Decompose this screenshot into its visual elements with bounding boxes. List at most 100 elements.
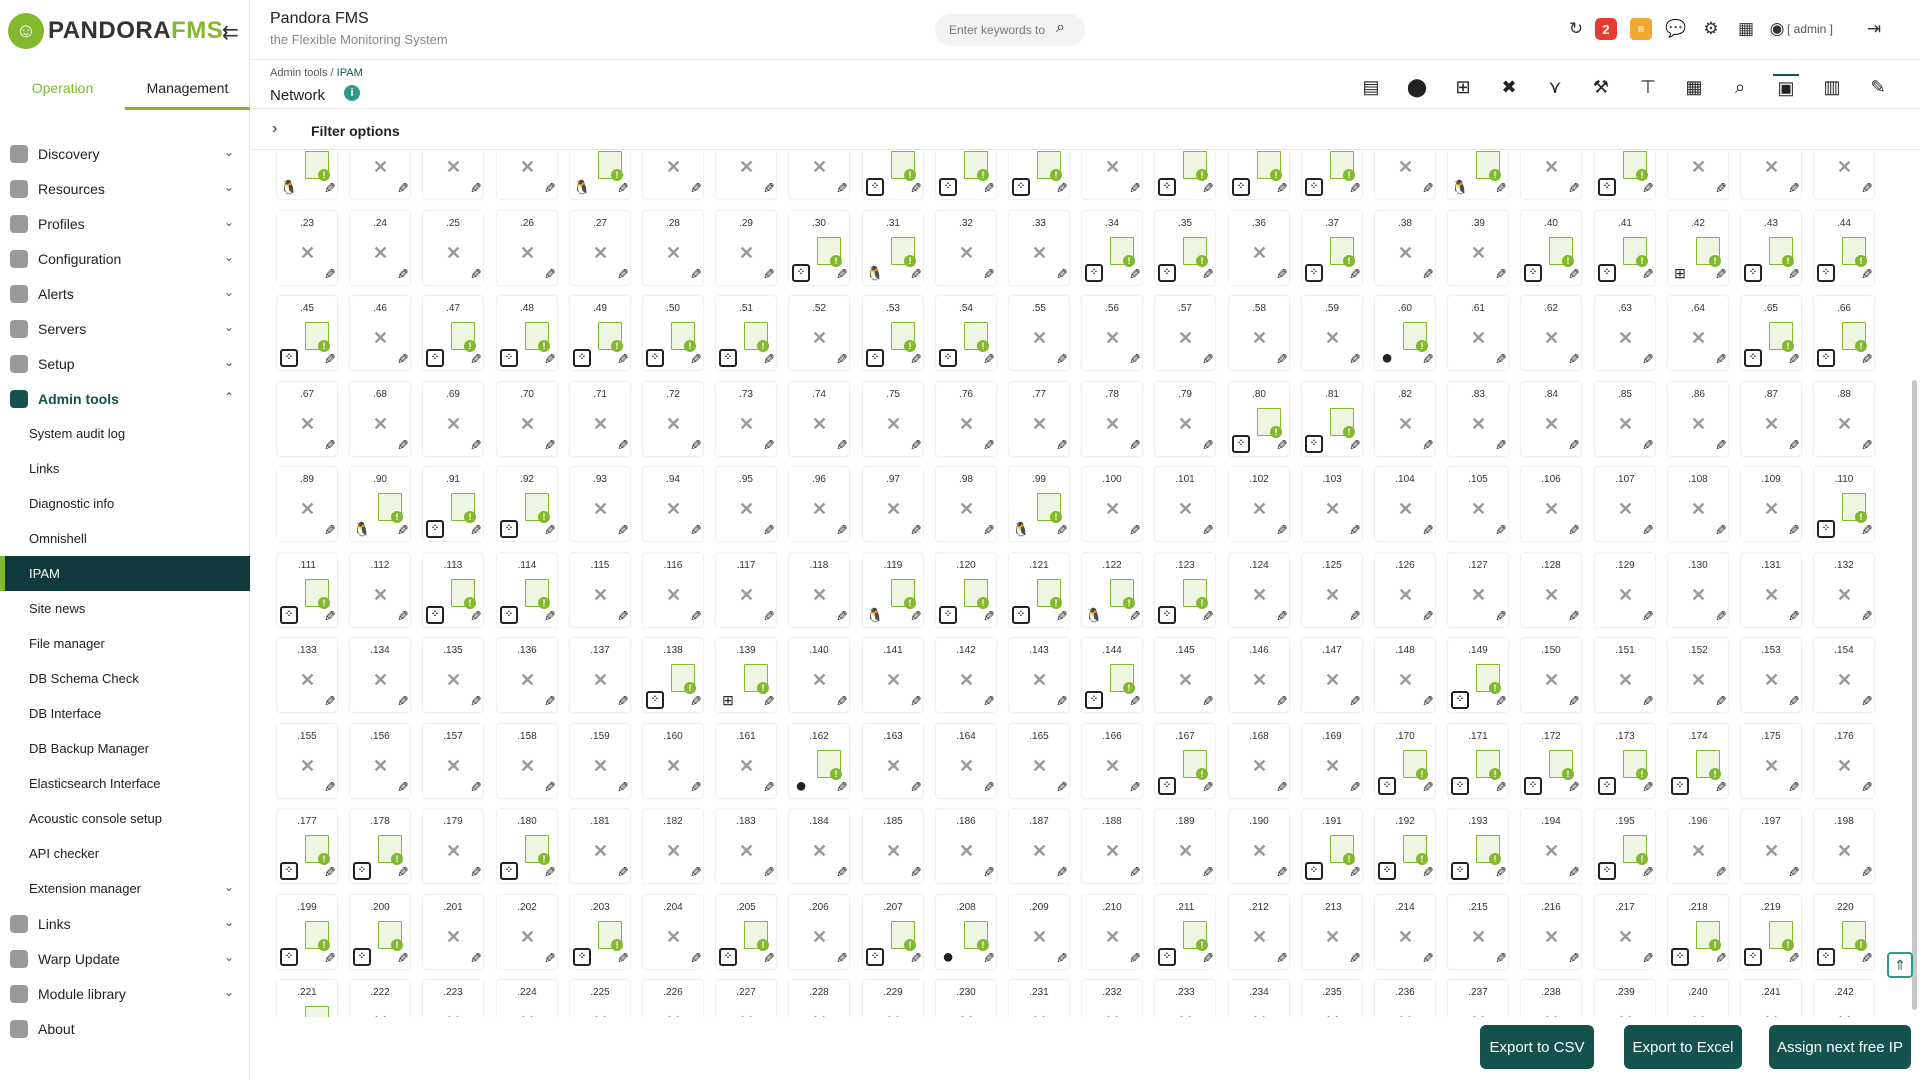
edit-ip-icon[interactable]: ✎ xyxy=(1276,522,1288,539)
edit-ip-icon[interactable]: ✎ xyxy=(763,522,775,539)
ip-cell[interactable]: .167! ⁘ ✎ xyxy=(1155,724,1215,798)
ip-cell[interactable]: .122! 🐧 ✎ xyxy=(1082,553,1142,627)
ip-cell[interactable]: .100 ✕ ✎ xyxy=(1082,467,1142,541)
submenu-item[interactable]: Diagnostic info xyxy=(0,486,250,521)
ip-cell[interactable]: .114! ⁘ ✎ xyxy=(497,553,557,627)
ip-cell[interactable]: .155 ✕ ✎ xyxy=(277,724,337,798)
ip-cell[interactable]: .45! ⁘ ✎ xyxy=(277,296,337,370)
edit-ip-icon[interactable]: ✎ xyxy=(983,351,995,368)
edit-ip-icon[interactable]: ✎ xyxy=(1568,693,1580,710)
calendar-icon[interactable]: ▦ xyxy=(1681,74,1707,100)
ip-cell[interactable]: .226✕✎ xyxy=(643,980,703,1017)
edit-ip-icon[interactable]: ✎ xyxy=(1056,437,1068,454)
edit-ip-icon[interactable]: ✎ xyxy=(983,266,995,283)
chevron-down-icon[interactable]: ⌄ xyxy=(224,915,234,929)
ip-cell[interactable]: .214 ✕ ✎ xyxy=(1375,895,1435,969)
menu-item-admin-tools[interactable]: Admin tools ⌃ xyxy=(0,381,250,416)
ip-cell[interactable]: .78 ✕ ✎ xyxy=(1082,382,1142,456)
edit-ip-icon[interactable]: ✎ xyxy=(1788,180,1800,197)
ip-cell[interactable]: .190 ✕ ✎ xyxy=(1229,809,1289,883)
edit-ip-icon[interactable]: ✎ xyxy=(397,180,409,197)
ip-cell[interactable]: .70 ✕ ✎ xyxy=(497,382,557,456)
ip-cell[interactable]: .180! ⁘ ✎ xyxy=(497,809,557,883)
ip-cell[interactable]: .6✕✎ xyxy=(643,151,703,199)
chevron-down-icon[interactable]: ⌄ xyxy=(224,145,234,159)
edit-ip-icon[interactable]: ✎ xyxy=(324,266,336,283)
ip-cell[interactable]: .223✕✎ xyxy=(423,980,483,1017)
ip-cell[interactable]: .83 ✕ ✎ xyxy=(1448,382,1508,456)
ip-cell[interactable]: .67 ✕ ✎ xyxy=(277,382,337,456)
edit-ip-icon[interactable]: ✎ xyxy=(763,437,775,454)
ip-cell[interactable]: .80! ⁘ ✎ xyxy=(1229,382,1289,456)
edit-ip-icon[interactable]: ✎ xyxy=(324,437,336,454)
menu-item-configuration[interactable]: Configuration ⌄ xyxy=(0,241,250,276)
edit-ip-icon[interactable]: ✎ xyxy=(1568,864,1580,881)
ip-cell[interactable]: .120! ⁘ ✎ xyxy=(936,553,996,627)
edit-ip-icon[interactable]: ✎ xyxy=(1276,351,1288,368)
edit-ip-icon[interactable]: ✎ xyxy=(1568,779,1580,796)
edit-ip-icon[interactable]: ✎ xyxy=(1056,522,1068,539)
ip-cell[interactable]: .231✕✎ xyxy=(1009,980,1069,1017)
edit-ip-icon[interactable]: ✎ xyxy=(763,693,775,710)
ip-cell[interactable]: .84 ✕ ✎ xyxy=(1521,382,1581,456)
edit-ip-icon[interactable]: ✎ xyxy=(324,950,336,967)
edit-ip-icon[interactable]: ✎ xyxy=(910,266,922,283)
ip-cell[interactable]: .1!🐧✎ xyxy=(277,151,337,199)
edit-ip-icon[interactable]: ✎ xyxy=(763,351,775,368)
ip-cell[interactable]: .219! ⁘ ✎ xyxy=(1741,895,1801,969)
edit-ip-icon[interactable]: ✎ xyxy=(470,180,482,197)
ip-cell[interactable]: .81! ⁘ ✎ xyxy=(1302,382,1362,456)
ip-cell[interactable]: .12✕✎ xyxy=(1082,151,1142,199)
ip-cell[interactable]: .24 ✕ ✎ xyxy=(350,211,410,285)
ip-cell[interactable]: .153 ✕ ✎ xyxy=(1741,638,1801,712)
ip-cell[interactable]: .75 ✕ ✎ xyxy=(863,382,923,456)
ip-cell[interactable]: .82 ✕ ✎ xyxy=(1375,382,1435,456)
edit-ip-icon[interactable]: ✎ xyxy=(1129,864,1141,881)
submenu-item[interactable]: IPAM xyxy=(0,556,250,591)
settings-gear-icon[interactable]: ⚙ xyxy=(1700,18,1722,40)
edit-ip-icon[interactable]: ✎ xyxy=(983,864,995,881)
ip-cell[interactable]: .135 ✕ ✎ xyxy=(423,638,483,712)
edit-ip-icon[interactable]: ✎ xyxy=(470,779,482,796)
edit-ip-icon[interactable]: ✎ xyxy=(1861,693,1873,710)
edit-ip-icon[interactable]: ✎ xyxy=(1202,608,1214,625)
edit-ip-icon[interactable]: ✎ xyxy=(690,522,702,539)
edit-ip-icon[interactable]: ✎ xyxy=(1642,950,1654,967)
submenu-item[interactable]: API checker xyxy=(0,836,250,871)
edit-ip-icon[interactable]: ✎ xyxy=(836,693,848,710)
edit-ip-icon[interactable]: ✎ xyxy=(1276,779,1288,796)
ip-cell[interactable]: .61 ✕ ✎ xyxy=(1448,296,1508,370)
ip-cell[interactable]: .216 ✕ ✎ xyxy=(1521,895,1581,969)
ip-cell[interactable]: .196 ✕ ✎ xyxy=(1668,809,1728,883)
edit-ip-icon[interactable]: ✎ xyxy=(1202,779,1214,796)
ip-cell[interactable]: .10!⁘✎ xyxy=(936,151,996,199)
ip-cell[interactable]: .187 ✕ ✎ xyxy=(1009,809,1069,883)
edit-ip-icon[interactable]: ✎ xyxy=(1056,864,1068,881)
ip-cell[interactable]: .85 ✕ ✎ xyxy=(1595,382,1655,456)
ip-cell[interactable]: .132 ✕ ✎ xyxy=(1814,553,1874,627)
ip-cell[interactable]: .97 ✕ ✎ xyxy=(863,467,923,541)
edit-ip-icon[interactable]: ✎ xyxy=(544,779,556,796)
submenu-item[interactable]: File manager xyxy=(0,626,250,661)
edit-ip-icon[interactable]: ✎ xyxy=(1495,608,1507,625)
ip-cell[interactable]: .220! ⁘ ✎ xyxy=(1814,895,1874,969)
ip-cell[interactable]: .68 ✕ ✎ xyxy=(350,382,410,456)
ip-cell[interactable]: .212 ✕ ✎ xyxy=(1229,895,1289,969)
scrollbar-thumb[interactable] xyxy=(1912,380,1917,1010)
edit-ip-icon[interactable]: ✎ xyxy=(910,351,922,368)
edit-ip-icon[interactable]: ✎ xyxy=(1422,864,1434,881)
chevron-down-icon[interactable]: ⌄ xyxy=(224,985,234,999)
edit-ip-icon[interactable]: ✎ xyxy=(1495,180,1507,197)
edit-ip-icon[interactable]: ✎ xyxy=(1715,522,1727,539)
ip-cell[interactable]: .107 ✕ ✎ xyxy=(1595,467,1655,541)
ip-cell[interactable]: .197 ✕ ✎ xyxy=(1741,809,1801,883)
edit-ip-icon[interactable]: ✎ xyxy=(1861,608,1873,625)
ip-cell[interactable]: .87 ✕ ✎ xyxy=(1741,382,1801,456)
edit-ip-icon[interactable]: ✎ xyxy=(1788,864,1800,881)
ip-cell[interactable]: .233✕✎ xyxy=(1155,980,1215,1017)
ip-cell[interactable]: .64 ✕ ✎ xyxy=(1668,296,1728,370)
ip-cell[interactable]: .38 ✕ ✎ xyxy=(1375,211,1435,285)
ip-cell[interactable]: .74 ✕ ✎ xyxy=(789,382,849,456)
ip-cell[interactable]: .93 ✕ ✎ xyxy=(570,467,630,541)
edit-ip-icon[interactable]: ✎ xyxy=(1788,950,1800,967)
